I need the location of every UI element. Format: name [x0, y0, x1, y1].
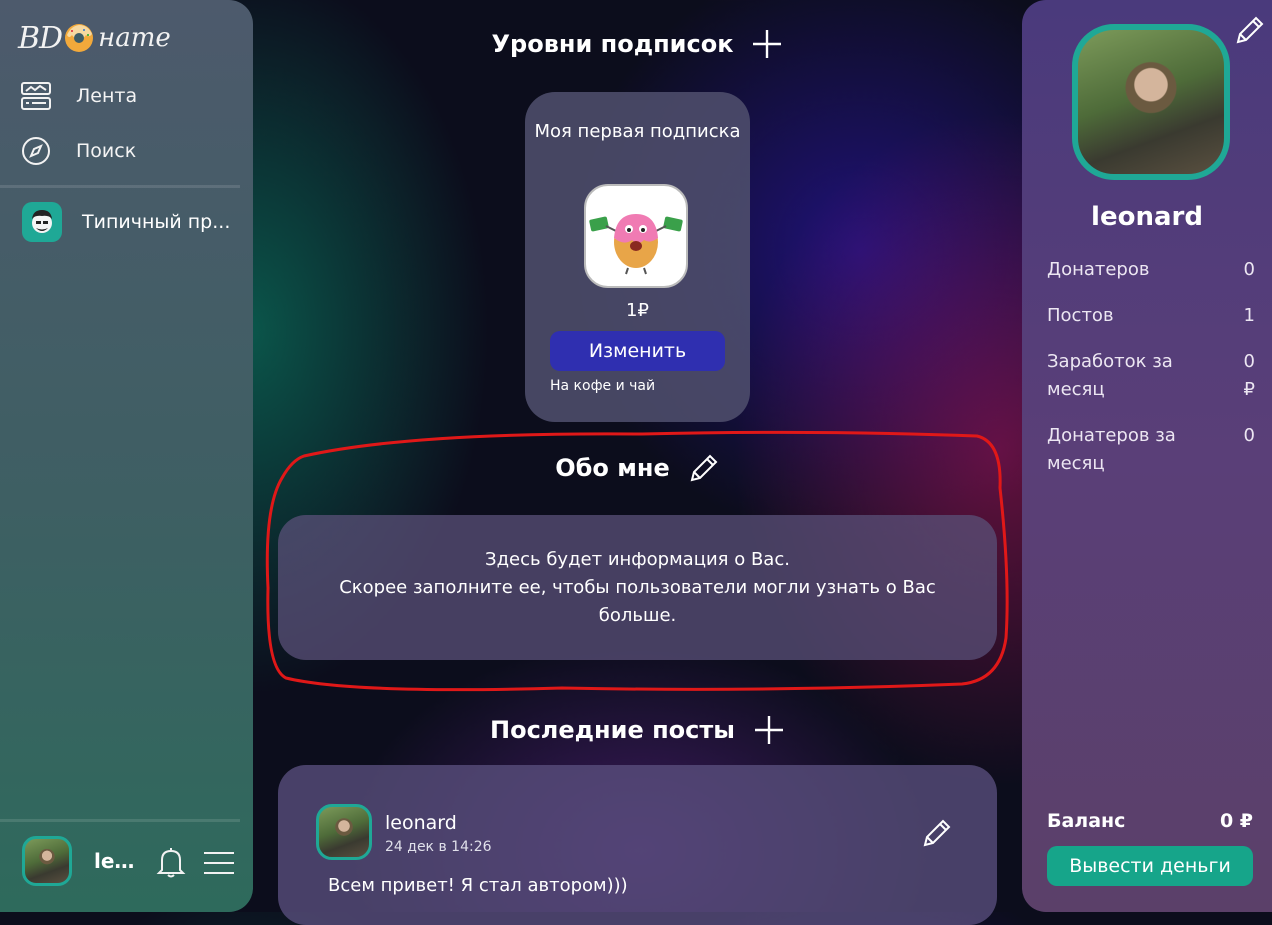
post-author[interactable]: leonard — [385, 812, 457, 834]
stat-value: 0 — [1243, 425, 1255, 446]
stat-posts: Постов 1 — [1047, 302, 1255, 330]
tier-title: Моя первая подписка — [534, 121, 741, 142]
post-text: Всем привет! Я стал автором))) — [328, 875, 628, 896]
current-user[interactable]: leonard — [22, 836, 146, 886]
stat-monthly-earnings: Заработок за месяц 0 ₽ — [1047, 348, 1255, 404]
nav-label-search: Поиск — [76, 140, 137, 162]
about-title: Обо мне — [555, 454, 670, 482]
left-sidebar: BD нате Лента Поиск Типичный пр... leon — [0, 0, 253, 912]
bell-icon[interactable] — [156, 846, 186, 882]
edit-tier-button[interactable]: Изменить — [550, 331, 725, 371]
stat-value: 0 — [1243, 259, 1255, 280]
stat-monthly-donators: Донатеров за месяц 0 — [1047, 422, 1255, 478]
balance-row: Баланс 0 ₽ — [1047, 810, 1253, 832]
main-content: Уровни подписок Моя первая подписка 1₽ И… — [253, 0, 1022, 925]
post-date: 24 дек в 14:26 — [385, 839, 492, 855]
user-avatar[interactable] — [22, 836, 72, 886]
menu-icon[interactable] — [203, 850, 235, 880]
about-text-line-2: Скорее заполните ее, чтобы пользователи … — [339, 576, 936, 626]
tier-image-donut — [584, 184, 688, 288]
stat-value: 1 — [1243, 305, 1255, 326]
withdraw-button[interactable]: Вывести деньги — [1047, 846, 1253, 886]
tiers-header: Уровни подписок — [253, 28, 1022, 60]
stat-label: Донатеров за месяц — [1047, 425, 1176, 474]
nav-item-feed[interactable]: Лента — [20, 80, 137, 112]
subscription-label: Типичный пр... — [82, 211, 231, 233]
stat-label: Донатеров — [1047, 259, 1150, 280]
balance-value: 0 ₽ — [1219, 810, 1253, 832]
profile-avatar[interactable] — [1072, 24, 1230, 180]
nav-label-feed: Лента — [76, 85, 138, 107]
about-text-line-1: Здесь будет информация о Вас. — [485, 548, 790, 570]
balance-label: Баланс — [1047, 810, 1126, 832]
tier-price: 1₽ — [626, 300, 649, 321]
sidebar-bottom-divider — [0, 819, 240, 822]
stat-donators: Донатеров 0 — [1047, 256, 1255, 284]
donut-icon — [65, 24, 94, 52]
post-author-avatar[interactable] — [316, 804, 372, 860]
add-tier-icon[interactable] — [751, 28, 783, 60]
posts-header: Последние посты — [253, 714, 1022, 746]
sidebar-divider — [0, 185, 240, 188]
stat-value: 0 ₽ — [1243, 351, 1255, 400]
about-card: Здесь будет информация о Вас. Скорее зап… — [278, 515, 997, 660]
posts-title: Последние посты — [490, 716, 735, 744]
add-post-icon[interactable] — [753, 714, 785, 746]
edit-post-icon[interactable] — [921, 817, 953, 849]
about-header: Обо мне — [253, 452, 1022, 484]
about-text: Здесь будет информация о Вас. Скорее зап… — [318, 546, 958, 630]
app-logo[interactable]: BD нате — [18, 16, 171, 60]
user-name: leonard — [94, 849, 146, 873]
compass-icon — [20, 135, 52, 167]
edit-about-icon[interactable] — [688, 452, 720, 484]
stat-label: Заработок за месяц — [1047, 351, 1173, 400]
profile-name: leonard — [1091, 202, 1203, 232]
nav-item-search[interactable]: Поиск — [20, 135, 136, 167]
stat-label: Постов — [1047, 305, 1114, 326]
post-card[interactable]: leonard 24 дек в 14:26 Всем привет! Я ст… — [278, 765, 997, 925]
profile-panel: leonard Донатеров 0 Постов 1 Заработок з… — [1022, 0, 1272, 912]
subscription-avatar — [22, 202, 62, 242]
tiers-title: Уровни подписок — [491, 30, 734, 58]
logo-text-suffix: нате — [98, 23, 171, 53]
tier-description: На кофе и чай — [550, 378, 656, 394]
sidebar-item-subscription[interactable]: Типичный пр... — [22, 202, 230, 242]
logo-text-prefix: BD — [18, 20, 63, 56]
edit-profile-icon[interactable] — [1234, 14, 1266, 46]
subscription-tier-card[interactable]: Моя первая подписка 1₽ Изменить На кофе … — [525, 92, 750, 422]
feed-icon — [20, 80, 52, 112]
